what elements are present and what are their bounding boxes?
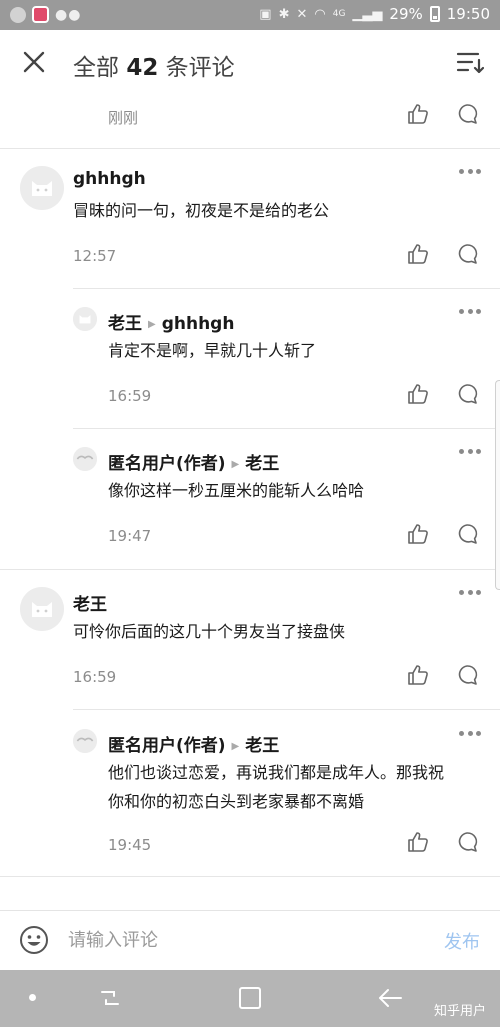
- back-icon[interactable]: [377, 986, 403, 1010]
- avatar[interactable]: [73, 307, 97, 331]
- comment-item: 刚刚: [0, 98, 500, 148]
- comment-bubble-icon[interactable]: [455, 102, 479, 126]
- comment-author[interactable]: 老王: [73, 590, 107, 615]
- system-status: ▣ ✱ ✕ ◠ 4G ▁▃▅ 29% 19:50: [259, 5, 490, 23]
- comment-item: 老王 可怜你后面的这几十个男友当了接盘侠 16:59: [0, 570, 500, 710]
- avatar[interactable]: [73, 447, 97, 471]
- comment-author[interactable]: 匿名用户(作者): [108, 454, 226, 474]
- signal-icon: ▁▃▅: [352, 6, 383, 22]
- comment-bubble-icon[interactable]: [455, 382, 479, 406]
- system-nav-bar: 知乎用户: [0, 970, 500, 1027]
- comment-item: ghhhgh 冒昧的问一句，初夜是不是给的老公 12:57: [0, 149, 500, 289]
- more-dots-icon[interactable]: [459, 731, 481, 739]
- battery-icon: [429, 6, 440, 22]
- reply-author: 匿名用户(作者) ▶ 老王: [108, 731, 279, 756]
- thumbs-up-icon[interactable]: [406, 522, 430, 546]
- comment-author[interactable]: ghhhgh: [73, 169, 146, 189]
- notification-icons: ●●: [10, 6, 81, 23]
- comment-bubble-icon[interactable]: [455, 242, 479, 266]
- anonymous-avatar-icon: [73, 447, 97, 471]
- battery-level: 29%: [389, 5, 423, 23]
- thumbs-up-icon[interactable]: [406, 830, 430, 854]
- default-avatar-icon: [73, 307, 97, 331]
- more-dots-icon[interactable]: [459, 309, 481, 317]
- home-icon[interactable]: [239, 987, 261, 1009]
- app-notification-icon: [32, 6, 49, 23]
- comment-list[interactable]: 刚刚 ghhhgh 冒昧的问一句，初夜是不是给的老公 12:57 老王 ▶ ghhh…: [0, 98, 500, 910]
- reply-arrow-icon: ▶: [231, 741, 240, 752]
- comment-content: 像你这样一秒五厘米的能斩人么哈哈: [108, 481, 365, 500]
- default-avatar-icon: [20, 166, 64, 210]
- lock-icon: ▣: [259, 6, 272, 22]
- comment-content: 冒昧的问一句，初夜是不是给的老公: [73, 201, 330, 220]
- sort-icon[interactable]: [456, 51, 484, 75]
- comment-input-bar: 发布: [0, 910, 500, 970]
- default-avatar-icon: [20, 587, 64, 631]
- reply-target[interactable]: ghhhgh: [162, 314, 235, 334]
- thumbs-up-icon[interactable]: [406, 663, 430, 687]
- comment-time: 19:45: [108, 836, 152, 854]
- comment-bubble-icon[interactable]: [455, 830, 479, 854]
- notification-icon: [10, 6, 26, 23]
- reply-item: 匿名用户(作者) ▶ 老王 像你这样一秒五厘米的能斩人么哈哈 19:47: [0, 429, 500, 569]
- nav-dot-icon[interactable]: [29, 994, 36, 1001]
- anonymous-avatar-icon: [73, 729, 97, 753]
- comment-content: 可怜你后面的这几十个男友当了接盘侠: [73, 622, 346, 641]
- title-suffix: 条评论: [165, 55, 235, 81]
- watermark: 知乎用户: [433, 1004, 486, 1019]
- wifi-icon: ◠: [314, 6, 326, 22]
- comment-content: 他们也谈过恋爱，再说我们都是成年人。那我祝 你和你的初恋白头到老家暴都不离婚: [108, 758, 444, 816]
- comment-author[interactable]: 匿名用户(作者): [108, 736, 226, 756]
- reply-author: 匿名用户(作者) ▶ 老王: [108, 449, 279, 474]
- comment-content-line: 他们也谈过恋爱，再说我们都是成年人。那我祝: [108, 763, 445, 782]
- comment-bubble-icon[interactable]: [455, 522, 479, 546]
- thumbs-up-icon[interactable]: [406, 242, 430, 266]
- reply-item: 匿名用户(作者) ▶ 老王 他们也谈过恋爱，再说我们都是成年人。那我祝 你和你的初恋…: [0, 710, 500, 876]
- reply-arrow-icon: ▶: [148, 319, 156, 330]
- avatar[interactable]: [20, 587, 64, 631]
- comment-count: 42: [126, 55, 159, 81]
- comment-time: 12:57: [73, 247, 117, 265]
- comment-input[interactable]: [68, 926, 398, 954]
- status-bar: ●● ▣ ✱ ✕ ◠ 4G ▁▃▅ 29% 19:50: [0, 0, 500, 30]
- more-dots-icon[interactable]: [459, 449, 481, 457]
- mute-icon: ✕: [296, 6, 308, 22]
- thumbs-up-icon[interactable]: [406, 382, 430, 406]
- header: 全部 42 条评论: [0, 30, 500, 98]
- thumbs-up-icon[interactable]: [406, 102, 430, 126]
- comment-author[interactable]: 老王: [108, 314, 142, 334]
- send-button[interactable]: 发布: [444, 928, 480, 954]
- reply-target[interactable]: 老王: [245, 736, 279, 756]
- comment-time: 16:59: [108, 387, 152, 405]
- close-icon[interactable]: [22, 50, 46, 74]
- more-notifications-icon: ●●: [55, 6, 82, 23]
- reply-author: 老王 ▶ ghhhgh: [108, 309, 234, 334]
- recent-apps-icon[interactable]: [98, 986, 122, 1010]
- more-dots-icon[interactable]: [459, 169, 481, 177]
- comment-time: 19:47: [108, 527, 152, 545]
- divider: [0, 876, 500, 877]
- more-dots-icon[interactable]: [459, 590, 481, 598]
- comment-content: 肯定不是啊，早就几十人斩了: [108, 341, 317, 360]
- comment-content-line: 你和你的初恋白头到老家暴都不离婚: [108, 792, 365, 811]
- reply-arrow-icon: ▶: [231, 459, 240, 470]
- comment-time: 16:59: [73, 668, 117, 686]
- comment-time: 刚刚: [108, 109, 139, 127]
- title-prefix: 全部: [73, 55, 119, 81]
- avatar[interactable]: [20, 166, 64, 210]
- scrollbar-thumb[interactable]: [495, 380, 500, 590]
- avatar[interactable]: [73, 729, 97, 753]
- reply-item: 老王 ▶ ghhhgh 肯定不是啊，早就几十人斩了 16:59: [0, 289, 500, 429]
- page-title: 全部 42 条评论: [73, 48, 235, 82]
- clock: 19:50: [446, 5, 490, 23]
- comment-bubble-icon[interactable]: [455, 663, 479, 687]
- bluetooth-icon: ✱: [278, 6, 290, 22]
- reply-target[interactable]: 老王: [245, 454, 279, 474]
- emoji-icon[interactable]: [19, 925, 49, 955]
- network-type: 4G: [332, 9, 346, 19]
